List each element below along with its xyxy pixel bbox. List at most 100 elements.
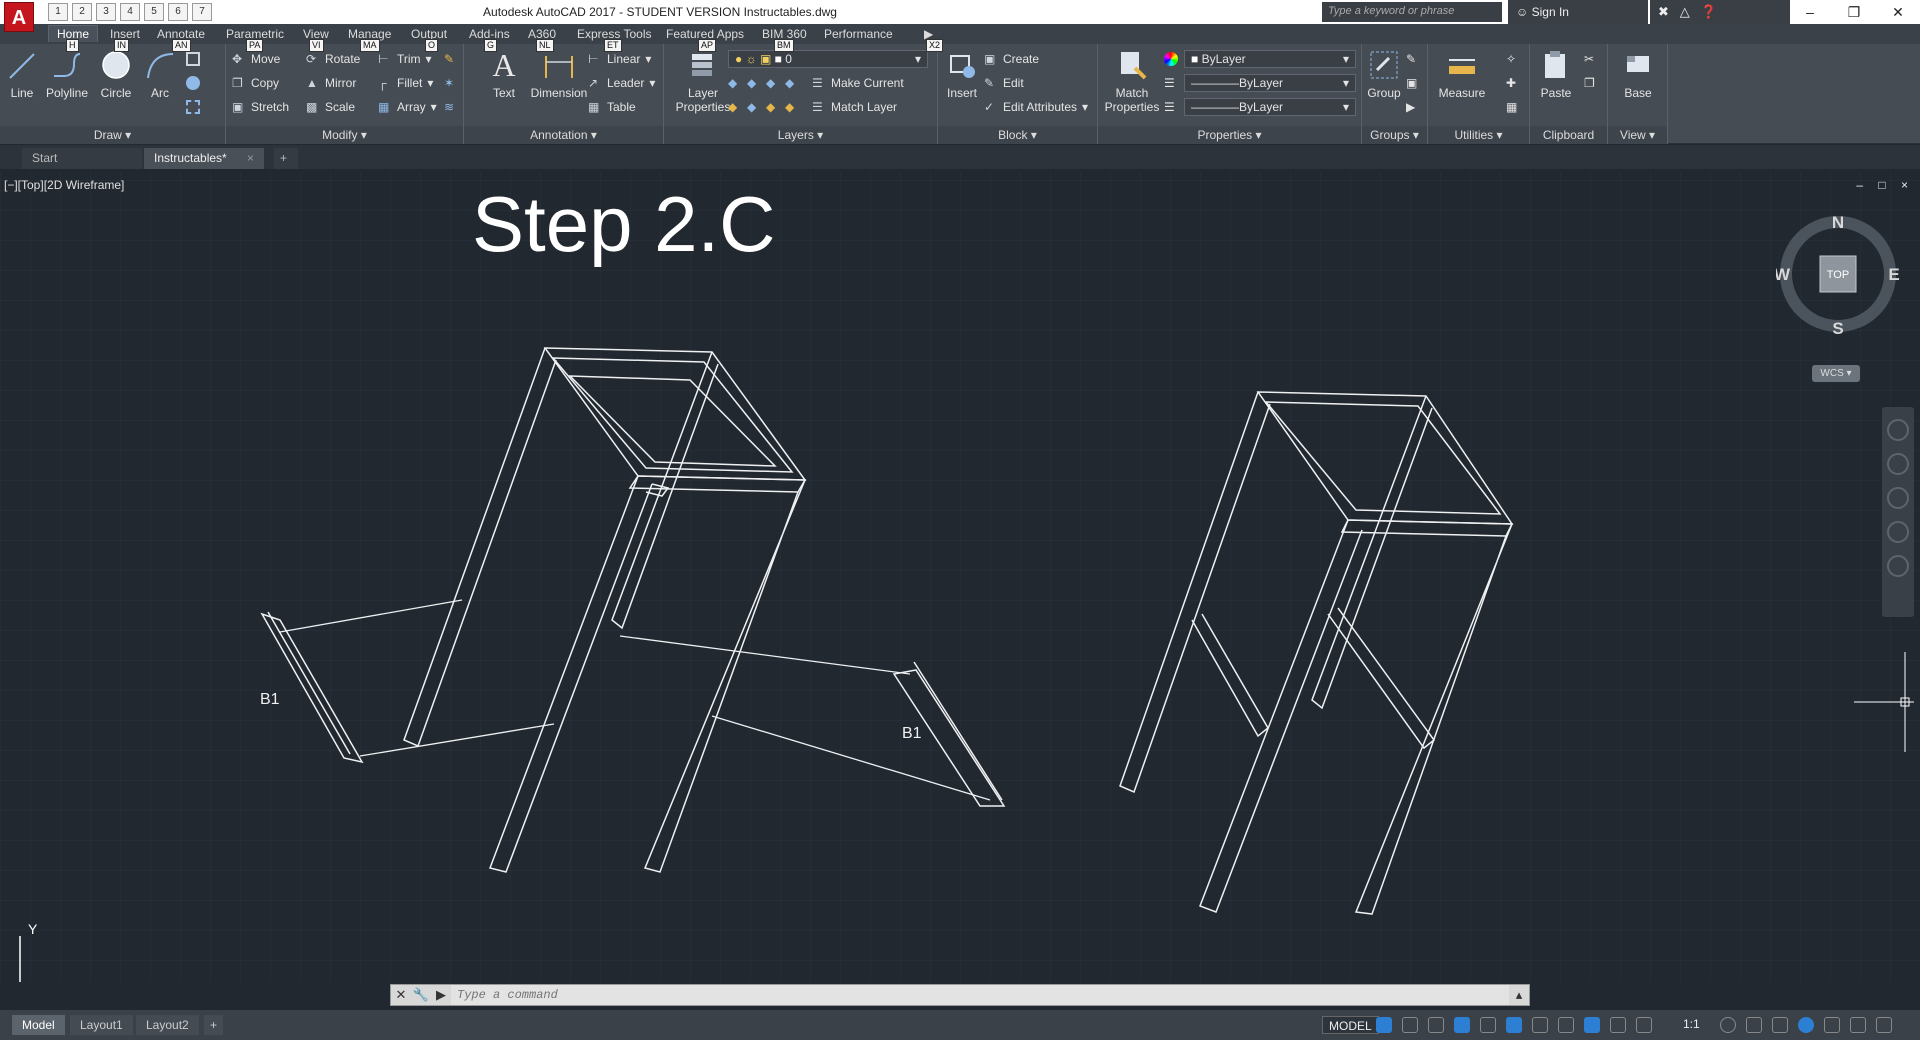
model-space-toggle[interactable]: MODEL: [1322, 1016, 1379, 1034]
polar-icon[interactable]: [1454, 1017, 1470, 1033]
add-layout-button[interactable]: +: [204, 1015, 224, 1035]
units-icon[interactable]: [1772, 1017, 1788, 1033]
linetype-dropdown[interactable]: ————ByLayer ▾: [1184, 74, 1356, 92]
close-command-icon[interactable]: ✕: [391, 987, 411, 1003]
copy-clip-icon[interactable]: ❐: [1584, 74, 1595, 92]
color-dropdown[interactable]: ■ ByLayer ▾: [1184, 50, 1356, 68]
close-tab-icon[interactable]: ×: [247, 151, 254, 165]
hatch-button[interactable]: [186, 74, 200, 92]
layer-dropdown[interactable]: ● ☼ ▣ ■ 0 ▾: [728, 50, 928, 68]
layers-panel-title[interactable]: Layers ▾: [664, 126, 937, 144]
ungroup-icon[interactable]: ✎: [1406, 50, 1416, 68]
annotation-scale[interactable]: 1:1: [1683, 1017, 1700, 1031]
circle-button[interactable]: Circle: [96, 48, 136, 100]
viewcube[interactable]: TOP N S E W: [1776, 212, 1900, 336]
dimension-button[interactable]: Dimension: [522, 48, 596, 100]
help-icon[interactable]: ❓: [1701, 4, 1717, 19]
wcs-menu[interactable]: WCS ▾: [1812, 365, 1860, 382]
region-button[interactable]: [186, 98, 200, 116]
showmotion-icon[interactable]: [1887, 555, 1909, 577]
viewport-window-controls[interactable]: – □ ×: [1856, 178, 1914, 192]
rectangle-button[interactable]: [186, 50, 200, 68]
isolate-objects-icon[interactable]: [1824, 1017, 1840, 1033]
offset-button[interactable]: ≋: [444, 98, 458, 116]
base-button[interactable]: Base: [1616, 48, 1660, 100]
command-input[interactable]: [451, 985, 1509, 1005]
make-current-button[interactable]: ☰ Make Current: [812, 74, 904, 92]
compass-east[interactable]: E: [1888, 265, 1899, 284]
measure-button[interactable]: Measure: [1434, 48, 1490, 100]
fillet-button[interactable]: ┌ Fillet ▾: [378, 74, 433, 92]
table-button[interactable]: ▦ Table: [588, 98, 636, 116]
leader-button[interactable]: ↗ Leader ▾: [588, 74, 655, 92]
command-history-icon[interactable]: ▴: [1509, 987, 1529, 1003]
auto-scale-icon[interactable]: [1636, 1017, 1652, 1033]
layer-isolate-icon[interactable]: ◆: [747, 76, 761, 90]
viewport-controls-label[interactable]: [−][Top][2D Wireframe]: [4, 178, 124, 192]
match-layer-button[interactable]: ☰ Match Layer: [812, 98, 897, 116]
application-menu-button[interactable]: A: [4, 2, 34, 32]
view-panel-title[interactable]: View ▾: [1608, 126, 1667, 144]
recent-commands-icon[interactable]: ▶: [431, 987, 451, 1003]
isodraft-icon[interactable]: [1480, 1017, 1496, 1033]
paste-button[interactable]: Paste: [1534, 48, 1578, 100]
hardware-acceleration-icon[interactable]: [1798, 1017, 1814, 1033]
calculator-icon[interactable]: ▦: [1506, 98, 1517, 116]
explode-button[interactable]: ✶: [444, 74, 458, 92]
annotation-panel-title[interactable]: Annotation ▾: [464, 126, 663, 144]
block-panel-title[interactable]: Block ▾: [938, 126, 1097, 144]
customize-wrench-icon[interactable]: 🔧: [411, 987, 431, 1003]
compass-west[interactable]: W: [1776, 265, 1791, 284]
cut-icon[interactable]: ✂: [1584, 50, 1594, 68]
snap-icon[interactable]: [1402, 1017, 1418, 1033]
lineweight-toggle-icon[interactable]: [1558, 1017, 1574, 1033]
edit-attributes-button[interactable]: ✓ Edit Attributes ▾: [984, 98, 1088, 116]
line-button[interactable]: Line: [2, 48, 42, 100]
layer-freeze-icon[interactable]: ◆: [766, 76, 780, 90]
autodesk-icon[interactable]: △: [1680, 4, 1690, 19]
mirror-button[interactable]: ▲ Mirror: [306, 74, 356, 92]
annotation-visibility-icon[interactable]: [1610, 1017, 1626, 1033]
clipboard-panel-title[interactable]: Clipboard: [1530, 126, 1607, 144]
layer-thaw-icon[interactable]: ◆: [766, 100, 780, 114]
linear-button[interactable]: ⊢ Linear ▾: [588, 50, 651, 68]
polyline-button[interactable]: Polyline: [42, 48, 92, 100]
drawing-canvas[interactable]: Step 2.C B1 B1: [0, 172, 1920, 982]
close-button[interactable]: ✕: [1876, 0, 1920, 24]
layer-on-icon[interactable]: ◆: [728, 100, 742, 114]
insert-button[interactable]: Insert: [940, 48, 984, 100]
rotate-button[interactable]: ⟳ Rotate: [306, 50, 360, 68]
modify-panel-title[interactable]: Modify ▾: [226, 126, 463, 144]
erase-button[interactable]: ✎: [444, 50, 458, 68]
scale-button[interactable]: ▩ Scale: [306, 98, 355, 116]
customization-menu-icon[interactable]: [1876, 1017, 1892, 1033]
trim-button[interactable]: ⊢ Trim ▾: [378, 50, 432, 68]
new-tab-button[interactable]: +: [274, 148, 298, 169]
workspace-gear-icon[interactable]: [1720, 1017, 1736, 1033]
compass-north[interactable]: N: [1832, 213, 1844, 232]
match-properties-button[interactable]: Match Properties: [1102, 48, 1162, 114]
groups-panel-title[interactable]: Groups ▾: [1362, 126, 1427, 144]
layer-unisolate-icon[interactable]: ◆: [747, 100, 761, 114]
minimize-button[interactable]: –: [1788, 0, 1832, 24]
pan-icon[interactable]: [1887, 453, 1909, 475]
grid-icon[interactable]: [1376, 1017, 1392, 1033]
group-select-icon[interactable]: ▶: [1406, 98, 1415, 116]
sign-in-button[interactable]: ☺ Sign In: [1508, 0, 1648, 24]
file-tab-instructables[interactable]: Instructables* ×: [144, 148, 264, 169]
search-box[interactable]: Type a keyword or phrase: [1322, 2, 1502, 22]
layer-lock-icon[interactable]: ◆: [785, 76, 799, 90]
edit-block-button[interactable]: ✎ Edit: [984, 74, 1024, 92]
layout-tab-layout2[interactable]: Layout2: [136, 1015, 199, 1035]
stretch-button[interactable]: ▣ Stretch: [232, 98, 289, 116]
lineweight-dropdown[interactable]: ————ByLayer ▾: [1184, 98, 1356, 116]
layout-tab-model[interactable]: Model: [12, 1015, 65, 1035]
object-snap-icon[interactable]: [1506, 1017, 1522, 1033]
id-point-icon[interactable]: ✧: [1506, 50, 1516, 68]
steering-wheel-icon[interactable]: [1887, 419, 1909, 441]
ortho-icon[interactable]: [1428, 1017, 1444, 1033]
create-block-button[interactable]: ▣ Create: [984, 50, 1039, 68]
object-tracking-icon[interactable]: [1532, 1017, 1548, 1033]
annotation-monitor-icon[interactable]: [1746, 1017, 1762, 1033]
orbit-icon[interactable]: [1887, 521, 1909, 543]
